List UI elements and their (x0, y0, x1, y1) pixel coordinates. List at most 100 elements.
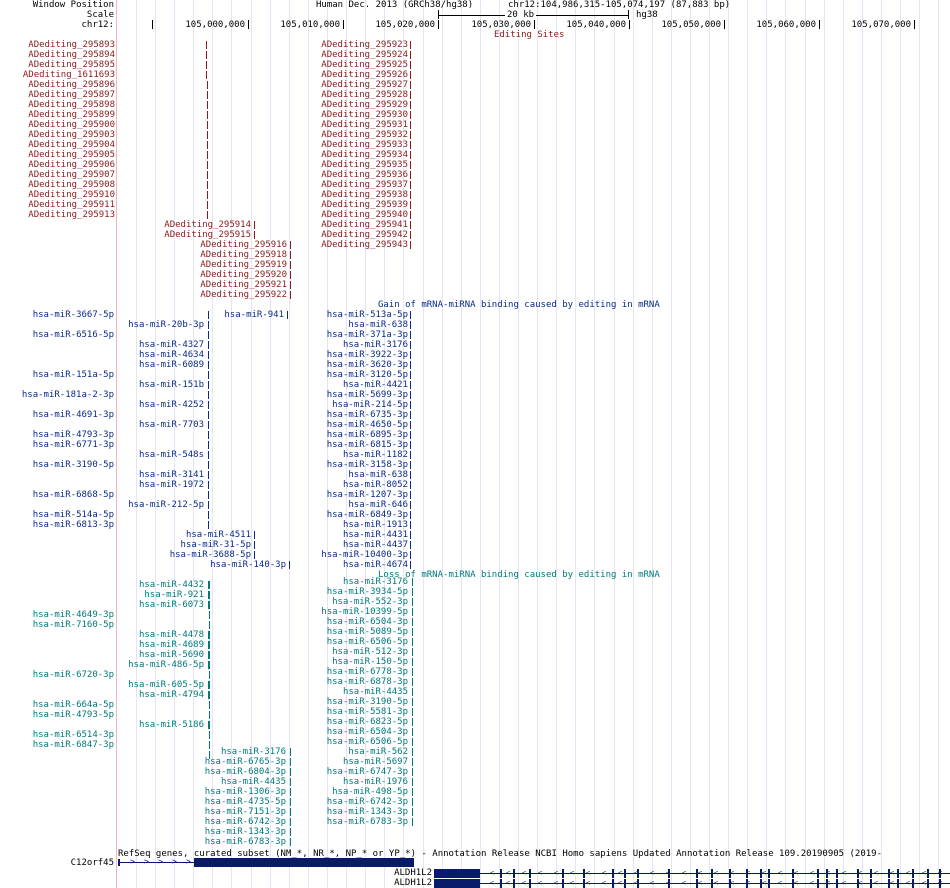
gain-mirna-feature[interactable] (410, 451, 411, 459)
gain-mirna-label[interactable]: hsa-miR-4793-3p (33, 430, 114, 440)
loss-mirna-feature[interactable] (209, 651, 210, 659)
loss-mirna-label[interactable]: hsa-miR-4432 (139, 580, 204, 590)
gain-mirna-feature[interactable] (410, 341, 411, 349)
editing-site-feature[interactable] (290, 271, 291, 279)
loss-mirna-label[interactable]: hsa-miR-5186 (139, 720, 204, 730)
loss-mirna-label[interactable]: hsa-miR-6504-3p (327, 617, 408, 627)
gain-mirna-feature[interactable] (410, 481, 411, 489)
gain-mirna-label[interactable]: hsa-miR-4674 (343, 560, 408, 570)
editing-site-label[interactable]: ADediting_295920 (200, 270, 287, 280)
gain-mirna-label[interactable]: hsa-miR-513a-5p (327, 310, 408, 320)
gain-mirna-label[interactable]: hsa-miR-3141 (139, 470, 204, 480)
editing-site-feature[interactable] (206, 61, 207, 69)
gain-mirna-feature[interactable] (410, 391, 411, 399)
gain-mirna-label[interactable]: hsa-miR-151b (139, 380, 204, 390)
gain-mirna-label[interactable]: hsa-miR-4650-5p (327, 420, 408, 430)
loss-mirna-feature[interactable] (209, 661, 210, 669)
gain-mirna-label[interactable]: hsa-miR-1972 (139, 480, 204, 490)
loss-mirna-label[interactable]: hsa-miR-3176 (343, 577, 408, 587)
loss-mirna-label[interactable]: hsa-miR-3176 (221, 747, 286, 757)
gain-mirna-feature[interactable] (208, 431, 209, 439)
editing-site-feature[interactable] (207, 111, 208, 119)
editing-site-feature[interactable] (206, 41, 207, 49)
gain-mirna-label[interactable]: hsa-miR-10400-3p (321, 550, 408, 560)
loss-mirna-feature[interactable] (412, 768, 413, 776)
loss-mirna-feature[interactable] (209, 721, 210, 729)
editing-site-label[interactable]: ADediting_295906 (28, 160, 115, 170)
loss-mirna-feature[interactable] (209, 581, 210, 589)
loss-mirna-feature[interactable] (412, 728, 413, 736)
gain-mirna-feature[interactable] (208, 481, 209, 489)
loss-mirna-label[interactable]: hsa-miR-6742-3p (205, 817, 286, 827)
gain-mirna-label[interactable]: hsa-miR-5699-3p (327, 390, 408, 400)
loss-mirna-feature[interactable] (290, 788, 291, 796)
gain-mirna-label[interactable]: hsa-miR-3190-5p (33, 460, 114, 470)
editing-site-label[interactable]: ADediting_295915 (164, 230, 251, 240)
editing-site-label[interactable]: ADediting_295907 (28, 170, 115, 180)
editing-site-feature[interactable] (290, 281, 291, 289)
editing-site-label[interactable]: ADediting_295922 (200, 290, 287, 300)
gain-mirna-label[interactable]: hsa-miR-4691-3p (33, 410, 114, 420)
loss-mirna-label[interactable]: hsa-miR-4435 (221, 777, 286, 787)
gain-mirna-label[interactable]: hsa-miR-6735-3p (327, 410, 408, 420)
editing-site-feature[interactable] (410, 201, 411, 209)
loss-mirna-label[interactable]: hsa-miR-562 (348, 747, 408, 757)
editing-site-feature[interactable] (410, 161, 411, 169)
gain-mirna-feature[interactable] (410, 471, 411, 479)
editing-site-label[interactable]: ADediting_295931 (321, 120, 408, 130)
editing-site-label[interactable]: ADediting_295897 (28, 90, 115, 100)
gain-mirna-label[interactable]: hsa-miR-3176 (343, 340, 408, 350)
gain-mirna-feature[interactable] (208, 341, 209, 349)
editing-site-label[interactable]: ADediting_295940 (321, 210, 408, 220)
editing-site-feature[interactable] (410, 91, 411, 99)
loss-mirna-label[interactable]: hsa-miR-921 (144, 590, 204, 600)
editing-site-feature[interactable] (410, 121, 411, 129)
loss-mirna-label[interactable]: hsa-miR-6720-3p (33, 670, 114, 680)
gain-mirna-label[interactable]: hsa-miR-6516-5p (33, 330, 114, 340)
gain-mirna-label[interactable]: hsa-miR-214-5p (332, 400, 408, 410)
gain-mirna-label[interactable]: hsa-miR-4511 (186, 530, 251, 540)
gain-mirna-feature[interactable] (208, 401, 209, 409)
editing-site-label[interactable]: ADediting_295919 (200, 260, 287, 270)
loss-mirna-label[interactable]: hsa-miR-6823-5p (327, 717, 408, 727)
editing-site-feature[interactable] (410, 51, 411, 59)
editing-site-feature[interactable] (206, 51, 207, 59)
loss-mirna-feature[interactable] (412, 758, 413, 766)
loss-mirna-label[interactable]: hsa-miR-1306-3p (205, 787, 286, 797)
editing-site-label[interactable]: ADediting_295943 (321, 240, 408, 250)
editing-site-label[interactable]: ADediting_295942 (321, 230, 408, 240)
editing-site-label[interactable]: ADediting_295933 (321, 140, 408, 150)
editing-site-feature[interactable] (410, 41, 411, 49)
loss-mirna-feature[interactable] (209, 741, 210, 749)
loss-mirna-label[interactable]: hsa-miR-6504-3p (327, 727, 408, 737)
loss-mirna-feature[interactable] (209, 711, 210, 719)
loss-mirna-label[interactable]: hsa-miR-498-5p (332, 787, 408, 797)
editing-site-label[interactable]: ADediting_295932 (321, 130, 408, 140)
editing-site-feature[interactable] (410, 151, 411, 159)
gain-mirna-feature[interactable] (208, 411, 209, 419)
loss-mirna-feature[interactable] (290, 778, 291, 786)
gain-mirna-feature[interactable] (208, 521, 209, 529)
editing-site-feature[interactable] (290, 291, 291, 299)
gain-mirna-feature[interactable] (289, 561, 290, 569)
gain-mirna-feature[interactable] (410, 361, 411, 369)
editing-site-label[interactable]: ADediting_295904 (28, 140, 115, 150)
loss-mirna-feature[interactable] (412, 638, 413, 646)
loss-mirna-label[interactable]: hsa-miR-6778-3p (327, 667, 408, 677)
loss-mirna-feature[interactable] (412, 578, 413, 586)
gain-mirna-feature[interactable] (410, 381, 411, 389)
loss-mirna-feature[interactable] (290, 818, 291, 826)
loss-mirna-label[interactable]: hsa-miR-512-3p (332, 647, 408, 657)
gain-mirna-feature[interactable] (208, 331, 209, 339)
editing-site-label[interactable]: ADediting_295939 (321, 200, 408, 210)
loss-mirna-feature[interactable] (412, 738, 413, 746)
editing-site-label[interactable]: ADediting_295908 (28, 180, 115, 190)
loss-mirna-label[interactable]: hsa-miR-4793-5p (33, 710, 114, 720)
loss-mirna-feature[interactable] (412, 808, 413, 816)
gain-mirna-feature[interactable] (208, 471, 209, 479)
gain-mirna-feature[interactable] (410, 461, 411, 469)
loss-mirna-label[interactable]: hsa-miR-6878-3p (327, 677, 408, 687)
editing-site-feature[interactable] (290, 261, 291, 269)
gain-mirna-label[interactable]: hsa-miR-6868-5p (33, 490, 114, 500)
gene-aldh1l2-2-line[interactable] (434, 883, 950, 884)
